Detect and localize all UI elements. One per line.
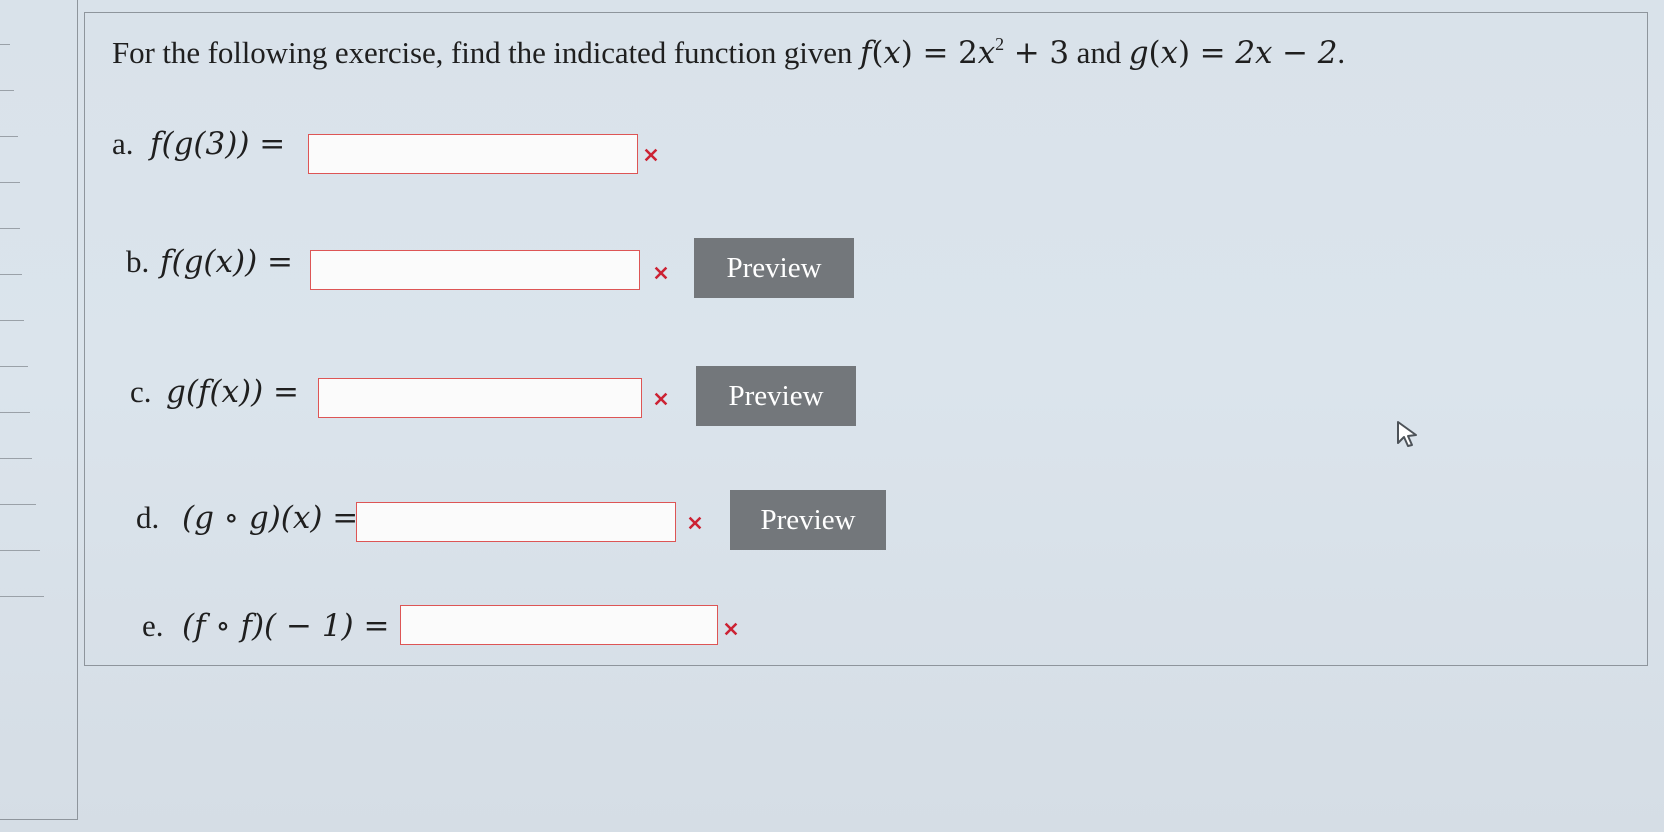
sidebar-divider [0,412,30,413]
sidebar-divider [0,90,14,91]
part-b-preview-button[interactable]: Preview [694,238,854,298]
left-sidebar-strip [0,0,78,820]
part-a-answer-input[interactable] [308,134,638,174]
f-exponent: 2 [995,34,1005,54]
part-a-expression: f(g(3)) = [150,126,286,162]
f-constant-term: + 3 [1004,35,1070,71]
sidebar-divider [0,596,44,597]
sidebar-divider [0,228,20,229]
part-c-answer-input[interactable] [318,378,642,418]
f-variable: x [883,35,901,71]
g-symbol: g [1128,35,1149,71]
part-a-label: a. [112,126,134,161]
error-x-icon [654,266,668,280]
problem-prompt: For the following exercise, find the ind… [112,34,1345,71]
part-e-answer-input[interactable] [400,605,718,645]
sidebar-divider [0,458,32,459]
sidebar-divider [0,136,18,137]
part-e-label: e. [142,608,164,643]
error-x-icon [688,516,702,530]
sidebar-divider [0,504,36,505]
sidebar-divider [0,274,22,275]
part-b-answer-input[interactable] [310,250,640,290]
part-b-expression: f(g(x)) = [160,244,294,280]
problem-container [84,12,1648,666]
part-d-label: d. [136,500,160,535]
prompt-joiner-text: and [1069,35,1129,70]
f-coefficient: 2 [958,35,978,71]
part-e-expression: (f ∘ f)( − 1) = [182,608,390,644]
prompt-intro-text: For the following exercise, find the ind… [112,35,860,70]
f-power-variable: x [977,35,996,71]
error-x-icon [644,148,658,162]
part-b-label: b. [126,244,150,279]
sidebar-divider [0,44,10,45]
error-x-icon [724,622,738,636]
mouse-pointer-icon [1397,421,1417,447]
g-expression: 2x − 2 [1235,35,1338,71]
part-c-label: c. [130,374,152,409]
prompt-ending: . [1337,35,1345,70]
sidebar-divider [0,182,20,183]
part-d-answer-input[interactable] [356,502,676,542]
sidebar-divider [0,366,28,367]
sidebar-divider [0,320,24,321]
part-c-expression: g(f(x)) = [166,374,300,410]
part-c-preview-button[interactable]: Preview [696,366,856,426]
g-variable: x [1160,35,1178,71]
error-x-icon [654,392,668,406]
part-d-preview-button[interactable]: Preview [730,490,886,550]
part-d-expression: (g ∘ g)(x) = [182,500,359,536]
sidebar-divider [0,550,40,551]
f-symbol: f [859,35,872,71]
